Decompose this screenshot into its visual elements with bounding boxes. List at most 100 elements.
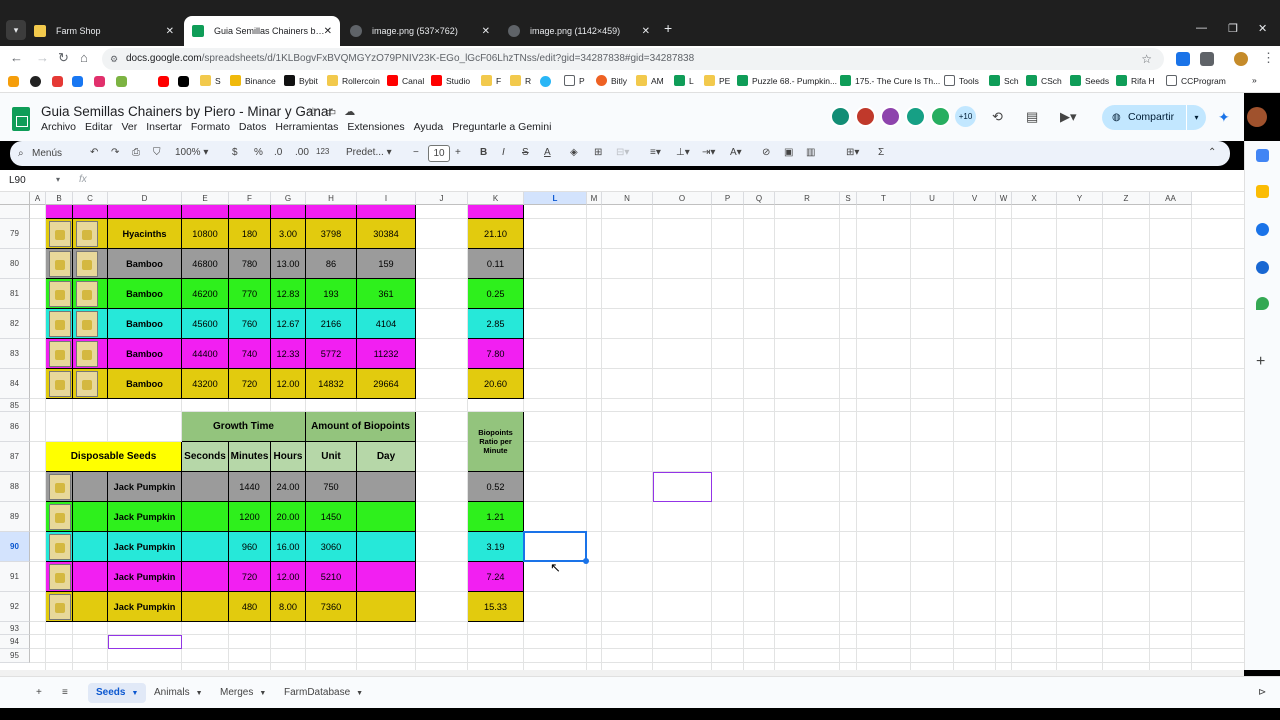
column-header-k[interactable]: K [468, 192, 524, 205]
active-cell-selection[interactable] [523, 531, 587, 562]
column-header-r[interactable]: R [775, 192, 840, 205]
comments-icon[interactable]: ▤ [1026, 109, 1038, 125]
youtube-icon[interactable] [158, 76, 169, 87]
row-header-87[interactable]: 87 [0, 442, 30, 472]
all-sheets-icon[interactable]: ≡ [54, 683, 76, 703]
bookmark-item[interactable]: Seeds [1070, 75, 1109, 86]
row-header-80[interactable]: 80 [0, 249, 30, 279]
more-bookmarks-icon[interactable]: » [1252, 75, 1257, 85]
tab-search-button[interactable]: ▾ [6, 20, 26, 40]
column-header-n[interactable]: N [602, 192, 653, 205]
profile-icon[interactable] [1234, 52, 1248, 66]
avatar[interactable] [905, 106, 926, 127]
menu-formato[interactable]: Formato [191, 121, 230, 133]
bookmark-item[interactable]: Tools [944, 75, 979, 86]
tab-farmdatabase[interactable]: FarmDatabase ▼ [276, 683, 371, 703]
browser-tab-farm-shop[interactable]: Farm Shop ✕ [26, 16, 182, 46]
row-header-92[interactable]: 92 [0, 592, 30, 622]
gemini-icon[interactable]: ✦ [1218, 109, 1230, 126]
row-header-90[interactable]: 90 [0, 532, 30, 562]
meet-icon[interactable]: ▶▾ [1060, 109, 1077, 125]
increase-decimal-button[interactable]: .00 [295, 147, 309, 158]
site-info-icon[interactable]: ⚙ [110, 48, 118, 70]
avatar[interactable] [855, 106, 876, 127]
column-header-l[interactable]: L [524, 192, 587, 205]
column-header-b[interactable]: B [46, 192, 73, 205]
bookmark-star-icon[interactable]: ☆ [1141, 48, 1152, 70]
close-icon[interactable]: ✕ [642, 26, 650, 37]
avatar[interactable] [930, 106, 951, 127]
bookmark-item[interactable]: R [510, 75, 531, 86]
tab-animals[interactable]: Animals ▼ [146, 683, 211, 703]
avatar[interactable] [830, 106, 851, 127]
menu-gemini[interactable]: Preguntarle a Gemini [452, 121, 551, 133]
sheets-logo-icon[interactable] [12, 107, 30, 131]
text-wrap-icon[interactable]: ⇥▾ [702, 147, 715, 158]
currency-button[interactable]: $ [232, 147, 238, 158]
reload-icon[interactable]: ↻ [58, 50, 69, 66]
column-header-j[interactable]: J [416, 192, 468, 205]
column-header-i[interactable]: I [357, 192, 416, 205]
text-rotation-icon[interactable]: A▾ [730, 147, 742, 158]
menus-search[interactable]: ⌕ Menús [16, 144, 86, 163]
print-icon[interactable]: ⎙ [132, 147, 140, 158]
italic-button[interactable]: I [502, 147, 505, 158]
cloud-status-icon[interactable]: ☁ [344, 106, 363, 118]
bookmark-item[interactable]: P [564, 75, 585, 86]
bookmark-item[interactable]: Sch [989, 75, 1019, 86]
column-header-h[interactable]: H [306, 192, 357, 205]
insert-comment-icon[interactable]: ▣ [784, 147, 793, 158]
calendar-icon[interactable] [1256, 149, 1269, 162]
font-select[interactable]: Predet... ▾ [346, 147, 392, 158]
browser-tab-sheets[interactable]: Guia Semillas Chainers by Piero ✕ [184, 16, 340, 46]
bookmark-item[interactable]: Studio [431, 75, 470, 86]
column-header-y[interactable]: Y [1057, 192, 1103, 205]
bookmark-item[interactable]: PE [704, 75, 730, 86]
menu-ayuda[interactable]: Ayuda [414, 121, 444, 133]
new-tab-button[interactable]: + [664, 20, 672, 36]
fill-color-icon[interactable]: ◈ [570, 147, 578, 158]
bookmark-icon[interactable] [116, 76, 127, 87]
back-icon[interactable]: ← [10, 50, 23, 65]
redo-icon[interactable]: ↷ [111, 147, 119, 158]
facebook-icon[interactable] [72, 76, 83, 87]
document-title[interactable]: Guia Semillas Chainers by Piero - Minar … [41, 104, 333, 119]
row-header-79[interactable]: 79 [0, 219, 30, 249]
functions-button[interactable]: Σ [878, 147, 884, 158]
bookmark-item[interactable]: CCProgram [1166, 75, 1226, 86]
row-header-86[interactable]: 86 [0, 412, 30, 442]
chevron-down-icon[interactable]: ▾ [1186, 105, 1206, 130]
bookmark-item[interactable]: L [674, 75, 694, 86]
menu-archivo[interactable]: Archivo [41, 121, 76, 133]
collapse-toolbar-icon[interactable]: ⌃ [1208, 147, 1216, 158]
bookmark-item[interactable]: CSch [1026, 75, 1062, 86]
column-header-v[interactable]: V [954, 192, 996, 205]
row-header-89[interactable]: 89 [0, 502, 30, 532]
bookmark-icon[interactable] [52, 76, 63, 87]
filter-icon[interactable]: ⊞▾ [846, 147, 859, 158]
bookmark-icon[interactable] [8, 76, 19, 87]
bookmark-item[interactable]: Puzzle 68.- Pumpkin... [737, 75, 837, 86]
star-icon[interactable]: ☆ [308, 106, 326, 118]
column-header-w[interactable]: W [996, 192, 1012, 205]
row-header-83[interactable]: 83 [0, 339, 30, 369]
avatar[interactable] [880, 106, 901, 127]
spreadsheet-grid[interactable]: A B C D E F G H I J K L M N O P Q R S T U V W X Y Z AA 79 80 81 82 83 84… [0, 192, 1244, 670]
more-collaborators-badge[interactable]: +10 [955, 106, 976, 127]
column-header-s[interactable]: S [840, 192, 857, 205]
tab-merges[interactable]: Merges ▼ [212, 683, 274, 703]
column-header-e[interactable]: E [182, 192, 229, 205]
home-icon[interactable]: ⌂ [80, 50, 88, 65]
browser-tab-image-1[interactable]: image.png (537×762) ✕ [342, 16, 498, 46]
column-header-u[interactable]: U [911, 192, 954, 205]
column-header-d[interactable]: D [108, 192, 182, 205]
browser-tab-image-2[interactable]: image.png (1142×459) ✕ [500, 16, 658, 46]
bookmark-item[interactable]: Binance [230, 75, 276, 86]
column-header-c[interactable]: C [73, 192, 108, 205]
align-horizontal-icon[interactable]: ≡▾ [650, 147, 661, 158]
explore-icon[interactable]: ⊳ [1250, 683, 1274, 703]
column-header-aa[interactable]: AA [1150, 192, 1192, 205]
insert-link-icon[interactable]: ⊘ [762, 147, 770, 158]
percent-button[interactable]: % [254, 147, 263, 158]
window-close-icon[interactable]: ✕ [1258, 22, 1267, 35]
